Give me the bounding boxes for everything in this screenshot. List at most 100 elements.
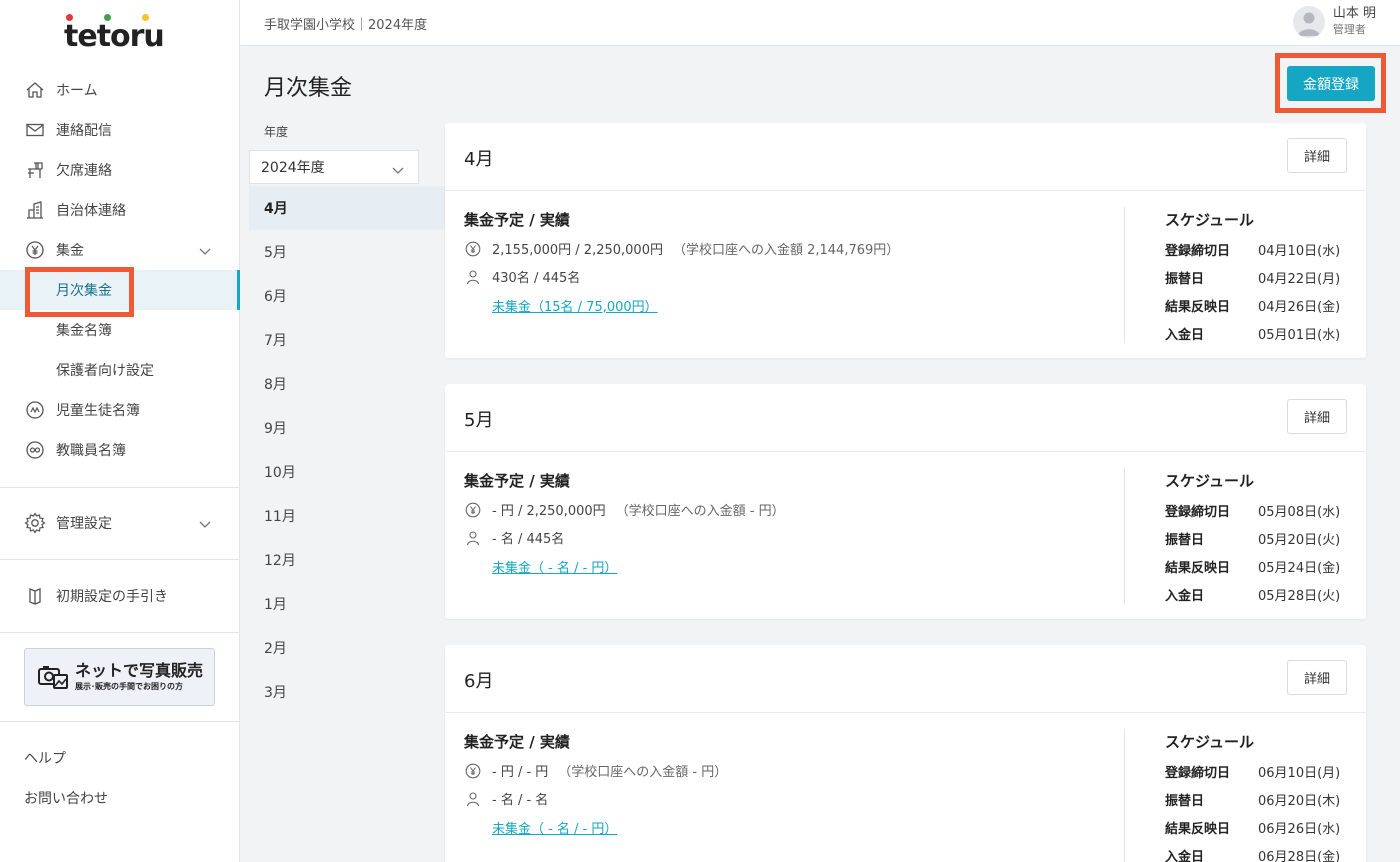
sidebar-item-label: 児童生徒名簿 — [56, 403, 140, 419]
help-link[interactable]: ヘルプ — [24, 748, 66, 768]
school-name: 手取学園小学校｜2024年度 — [264, 18, 428, 33]
month-item[interactable]: 3月 — [249, 670, 445, 714]
sidebar-item-label: 自治体連絡 — [56, 203, 126, 219]
sidebar-item-absence[interactable]: 欠席連絡 — [0, 150, 239, 190]
divider — [0, 721, 239, 722]
sidebar-item-label: 教職員名簿 — [56, 443, 126, 459]
promo-title: ネットで写真販売 — [75, 661, 204, 680]
schedule-key: 入金日 — [1165, 328, 1205, 343]
contact-link[interactable]: お問い合わせ — [24, 788, 108, 808]
schedule-title: スケジュール — [1165, 733, 1254, 751]
sidebar-item-students[interactable]: 児童生徒名簿 — [0, 390, 239, 430]
yen-circle-icon — [464, 240, 482, 258]
uncollected-link[interactable]: 未集金（15名 / 75,000円） — [492, 296, 658, 315]
schedule-row: 結果反映日 04月26日(金) — [1165, 296, 1340, 315]
camera-photo-icon — [37, 663, 69, 691]
schedule-title: スケジュール — [1165, 472, 1254, 490]
top-header: 手取学園小学校｜2024年度 山本 明 管理者 — [240, 0, 1400, 46]
sidebar-item-label: 集金 — [56, 243, 84, 259]
sidebar-item-label: 連絡配信 — [56, 123, 112, 139]
detail-button[interactable]: 詳細 — [1287, 399, 1347, 434]
year-select-value: 2024年度 — [261, 160, 325, 176]
schedule-row: 入金日 06月28日(金) — [1165, 846, 1340, 862]
schedule-value: 06月28日(金) — [1258, 850, 1341, 862]
gear-icon — [24, 512, 46, 534]
tetoru-logo[interactable]: tetoru — [64, 12, 176, 52]
schedule-value: 05月01日(水) — [1258, 328, 1341, 343]
month-item[interactable]: 6月 — [249, 274, 445, 318]
sidebar-item-notifications[interactable]: 連絡配信 — [0, 110, 239, 150]
detail-button[interactable]: 詳細 — [1287, 660, 1347, 695]
home-icon — [24, 79, 46, 101]
schedule-value: 04月26日(金) — [1258, 300, 1341, 315]
schedule-key: 入金日 — [1165, 589, 1205, 604]
avatar — [1292, 6, 1325, 38]
schedule-row: 登録締切日 05月08日(水) — [1165, 501, 1340, 520]
card-body: 集金予定 / 実績 - 円 / - 円 （学校口座への入金額 - 円） - 名 … — [445, 713, 1366, 862]
amount-text: - 円 / - 円 — [492, 765, 549, 780]
card-title: 4月 — [464, 149, 494, 170]
sidebar-item-home[interactable]: ホーム — [0, 70, 239, 110]
book-icon — [24, 585, 46, 607]
amount-row: - 円 / 2,250,000円 （学校口座への入金額 - 円） — [464, 500, 785, 519]
sidebar-item-municipality[interactable]: 自治体連絡 — [0, 190, 239, 230]
photo-sales-banner[interactable]: ネットで写真販売 展示･販売の手間でお困りの方 — [24, 648, 215, 706]
month-item[interactable]: 9月 — [249, 406, 445, 450]
user-menu[interactable]: 山本 明 管理者 — [1292, 6, 1376, 38]
chevron-down-icon — [199, 244, 211, 260]
schedule-value: 06月20日(木) — [1258, 794, 1341, 809]
month-item[interactable]: 5月 — [249, 230, 445, 274]
sidebar-item-admin-settings[interactable]: 管理設定 — [0, 503, 239, 543]
month-item[interactable]: 1月 — [249, 582, 445, 626]
month-item[interactable]: 4月 — [249, 186, 445, 230]
yen-circle-icon — [464, 762, 482, 780]
desk-icon — [24, 159, 46, 181]
amount-note: （学校口座への入金額 - 円） — [615, 504, 785, 519]
month-card: 6月 詳細 集金予定 / 実績 - 円 / - 円 （学校口座への入金額 - 円… — [445, 645, 1366, 862]
uncollected-link[interactable]: 未集金（ - 名 / - 円） — [492, 557, 617, 576]
section-title: 集金予定 / 実績 — [464, 733, 570, 751]
building-icon — [24, 199, 46, 221]
people-row: 430名 / 445名 — [464, 267, 580, 286]
schedule-key: 振替日 — [1165, 794, 1205, 809]
sidebar-item-collection[interactable]: 集金 — [0, 230, 239, 270]
person-icon — [464, 790, 482, 808]
sidebar-item-staff[interactable]: 教職員名簿 — [0, 430, 239, 470]
month-item[interactable]: 12月 — [249, 538, 445, 582]
sidebar-item-label: 欠席連絡 — [56, 163, 112, 179]
schedule-value: 04月22日(月) — [1258, 272, 1341, 287]
schedule-value: 05月08日(水) — [1258, 505, 1341, 520]
schedule-row: 結果反映日 06月26日(水) — [1165, 818, 1340, 837]
sidebar-item-label: 管理設定 — [56, 516, 112, 532]
month-card: 4月 詳細 集金予定 / 実績 2,155,000円 / 2,250,000円 … — [445, 123, 1366, 358]
students-icon — [24, 399, 46, 421]
schedule-row: 登録締切日 06月10日(月) — [1165, 762, 1340, 781]
schedule-key: 登録締切日 — [1165, 766, 1231, 781]
month-list: 4月 5月 6月 7月 8月 9月 10月 11月 12月 1月 2月 3月 — [249, 186, 445, 714]
schedule-value: 06月26日(水) — [1258, 822, 1341, 837]
card-body: 集金予定 / 実績 2,155,000円 / 2,250,000円 （学校口座へ… — [445, 191, 1366, 357]
month-item[interactable]: 10月 — [249, 450, 445, 494]
amount-note: （学校口座への入金額 2,144,769円） — [672, 243, 900, 258]
amount-row: 2,155,000円 / 2,250,000円 （学校口座への入金額 2,144… — [464, 239, 899, 258]
month-item[interactable]: 7月 — [249, 318, 445, 362]
amount-text: 2,155,000円 / 2,250,000円 — [492, 243, 663, 258]
register-amount-button[interactable]: 金額登録 — [1287, 66, 1375, 101]
uncollected-link[interactable]: 未集金（ - 名 / - 円） — [492, 818, 617, 837]
month-item[interactable]: 11月 — [249, 494, 445, 538]
schedule-row: 登録締切日 04月10日(水) — [1165, 240, 1340, 259]
schedule-value: 04月10日(水) — [1258, 244, 1341, 259]
schedule-title: スケジュール — [1165, 211, 1254, 229]
sidebar-item-label: ホーム — [56, 83, 98, 99]
detail-button[interactable]: 詳細 — [1287, 138, 1347, 173]
schedule-key: 登録締切日 — [1165, 244, 1231, 259]
user-role: 管理者 — [1332, 23, 1366, 36]
month-item[interactable]: 8月 — [249, 362, 445, 406]
month-item[interactable]: 2月 — [249, 626, 445, 670]
year-select[interactable]: 2024年度 — [249, 150, 419, 184]
schedule-value: 05月20日(火) — [1258, 533, 1341, 548]
sidebar-item-setup-guide[interactable]: 初期設定の手引き — [0, 576, 239, 616]
schedule-key: 振替日 — [1165, 533, 1205, 548]
sidebar-item-label: 集金名簿 — [56, 323, 112, 339]
sidebar-subitem-guardian-settings[interactable]: 保護者向け設定 — [0, 350, 239, 390]
